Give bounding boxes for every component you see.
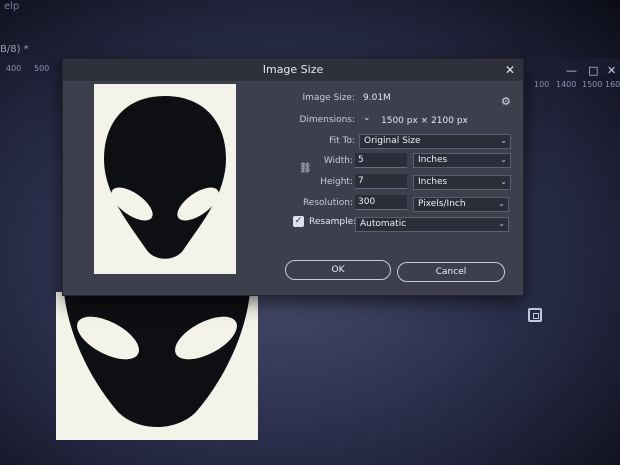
document-tab[interactable]: B/8) *	[0, 44, 29, 55]
chevron-down-icon: ⌄	[500, 155, 507, 164]
resolution-unit-value: Pixels/Inch	[418, 199, 466, 209]
image-preview[interactable]	[94, 84, 236, 274]
ruler-tick-label: 1500	[582, 80, 603, 89]
height-input[interactable]: 7	[355, 174, 407, 189]
ruler-tick-label: 1400	[556, 80, 577, 89]
chevron-down-icon: ⌄	[498, 199, 505, 208]
window-close-button[interactable]: ✕	[607, 64, 616, 77]
gear-icon[interactable]: ⚙	[501, 95, 511, 108]
close-icon[interactable]: ✕	[505, 63, 515, 77]
resize-handle-icon[interactable]	[528, 308, 542, 322]
fit-to-value: Original Size	[364, 136, 421, 146]
resolution-label: Resolution:	[302, 198, 353, 208]
document-canvas[interactable]	[56, 292, 258, 440]
width-label: Width:	[323, 156, 353, 166]
window-minimize-button[interactable]: —	[566, 64, 577, 77]
ruler-tick-label: 500	[34, 64, 50, 73]
width-input[interactable]: 5	[355, 153, 407, 168]
resolution-input[interactable]: 300	[355, 195, 407, 210]
alien-head-artwork	[104, 96, 226, 259]
height-unit-value: Inches	[418, 177, 448, 187]
resample-select[interactable]: Automatic ⌄	[355, 217, 509, 232]
alien-head-artwork	[64, 292, 250, 427]
chevron-down-icon: ⌄	[500, 136, 507, 145]
window-maximize-button[interactable]: □	[588, 64, 598, 77]
ruler-tick-label: 1600	[605, 80, 620, 89]
image-size-label: Image Size:	[302, 93, 355, 103]
dimensions-label: Dimensions:	[299, 115, 355, 125]
ruler-tick-label: 100	[534, 80, 550, 89]
fit-to-select[interactable]: Original Size ⌄	[359, 134, 511, 149]
chevron-down-icon: ⌄	[498, 219, 505, 228]
chevron-down-icon: ⌄	[500, 177, 507, 186]
resample-label: Resample:	[309, 217, 357, 227]
ruler-tick-label: 400	[6, 64, 22, 73]
cancel-button[interactable]: Cancel	[397, 262, 505, 282]
resample-checkbox[interactable]: ✓	[293, 216, 304, 227]
height-unit-select[interactable]: Inches ⌄	[413, 175, 511, 190]
width-unit-select[interactable]: Inches ⌄	[413, 153, 511, 168]
image-size-dialog: Image Size ✕ Image Size: 9.01M ⚙ Dimensi…	[62, 58, 524, 296]
dimensions-toggle-icon[interactable]: ⌄	[363, 113, 371, 123]
height-label: Height:	[320, 177, 353, 187]
width-unit-value: Inches	[418, 155, 448, 165]
menu-help[interactable]: elp	[4, 1, 19, 12]
resolution-unit-select[interactable]: Pixels/Inch ⌄	[413, 197, 509, 212]
resample-value: Automatic	[360, 219, 407, 229]
image-size-value: 9.01M	[363, 93, 391, 103]
dialog-title: Image Size	[63, 59, 523, 81]
ok-button[interactable]: OK	[285, 260, 391, 280]
dimensions-value: 1500 px × 2100 px	[381, 116, 468, 126]
fit-to-label: Fit To:	[329, 136, 355, 146]
